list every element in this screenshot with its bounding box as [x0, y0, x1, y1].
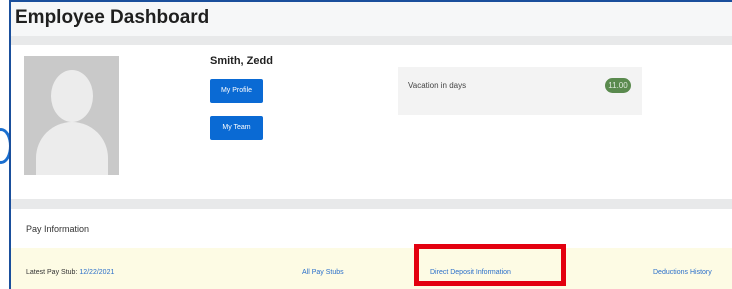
latest-pay-stub-date-link[interactable]: 12/22/2021 — [79, 269, 114, 276]
left-edge-decoration — [0, 128, 12, 164]
latest-pay-stub-label: Latest Pay Stub: — [26, 269, 78, 276]
pay-information-row: Latest Pay Stub: 12/22/2021 All Pay Stub… — [11, 248, 732, 289]
vacation-label: Vacation in days — [408, 81, 467, 90]
latest-pay-stub: Latest Pay Stub: 12/22/2021 — [26, 269, 114, 276]
pay-information-title: Pay Information — [26, 224, 90, 234]
avatar-body — [36, 122, 108, 175]
pay-information-header: Pay Information — [11, 209, 732, 249]
page-title: Employee Dashboard — [15, 7, 210, 28]
deductions-history-link[interactable]: Deductions History — [653, 269, 712, 276]
vacation-card: Vacation in days 11.00 — [398, 67, 642, 115]
avatar — [24, 56, 119, 175]
highlight-box — [414, 244, 566, 286]
avatar-head — [51, 70, 93, 122]
my-team-button[interactable]: My Team — [210, 116, 263, 140]
dashboard-header: Employee Dashboard — [11, 2, 732, 36]
my-profile-button[interactable]: My Profile — [210, 79, 263, 103]
all-pay-stubs-link[interactable]: All Pay Stubs — [302, 269, 344, 276]
section-divider — [11, 199, 732, 209]
employee-name: Smith, Zedd — [210, 55, 273, 67]
vacation-days-badge: 11.00 — [605, 78, 631, 93]
header-divider — [11, 36, 732, 45]
